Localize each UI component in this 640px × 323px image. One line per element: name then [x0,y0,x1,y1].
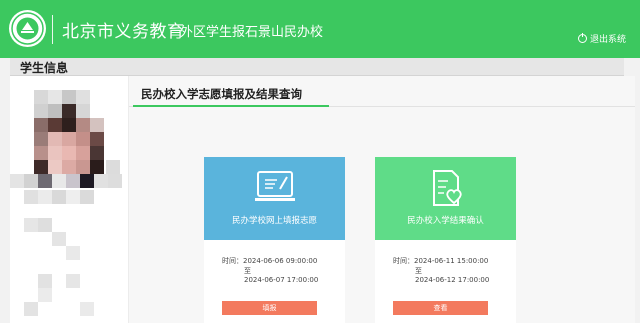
card-label: 民办校入学结果确认 [407,216,484,226]
view-button[interactable]: 查看 [393,301,488,315]
monitor-edit-icon [253,169,297,213]
card-header: 民办学校网上填报志愿 [204,157,345,240]
student-photo [10,78,128,323]
logout-label: 退出系统 [590,35,627,45]
panel-title: 学生信息 [20,61,69,75]
app-title: 北京市义务教育 [62,22,185,42]
card-result-confirmation[interactable]: 民办校入学结果确认 时间：2024-06-11 15:00:00 至 2024-… [375,157,516,323]
section-title-underline [133,105,329,107]
main-content: 民办校入学志愿填报及结果查询 民办学校网上填报志愿 时间：2024-06-06 … [128,76,635,323]
apply-button[interactable]: 填报 [222,301,317,315]
power-icon [578,33,587,43]
separator-text: 至 [415,267,422,275]
header-divider [52,15,53,44]
end-time: 2024-06-07 17:00:00 [244,276,319,284]
time-label: 时间：2024-06-06 09:00:00 [222,257,318,265]
time-label: 时间：2024-06-11 15:00:00 [393,257,489,265]
document-heart-icon [424,169,468,213]
card-online-application[interactable]: 民办学校网上填报志愿 时间：2024-06-06 09:00:00 至 2024… [204,157,345,323]
card-label: 民办学校网上填报志愿 [231,216,317,226]
app-subtitle: 外区学生报石景山民办校 [180,25,324,40]
logout-link[interactable]: 退出系统 [578,32,626,45]
header-bar: 北京市义务教育 外区学生报石景山民办校 退出系统 [0,0,640,58]
card-header: 民办校入学结果确认 [375,157,516,240]
section-title: 民办校入学志愿填报及结果查询 [141,87,302,101]
student-info-panel: 学生信息 民办校入学志愿填报及结果查询 民办学校网上填报志愿 时间：2024-0… [10,58,635,323]
separator-text: 至 [244,267,251,275]
end-time: 2024-06-12 17:00:00 [415,276,490,284]
logo-emblem-icon [9,10,46,47]
panel-title-bar: 学生信息 [10,58,624,76]
